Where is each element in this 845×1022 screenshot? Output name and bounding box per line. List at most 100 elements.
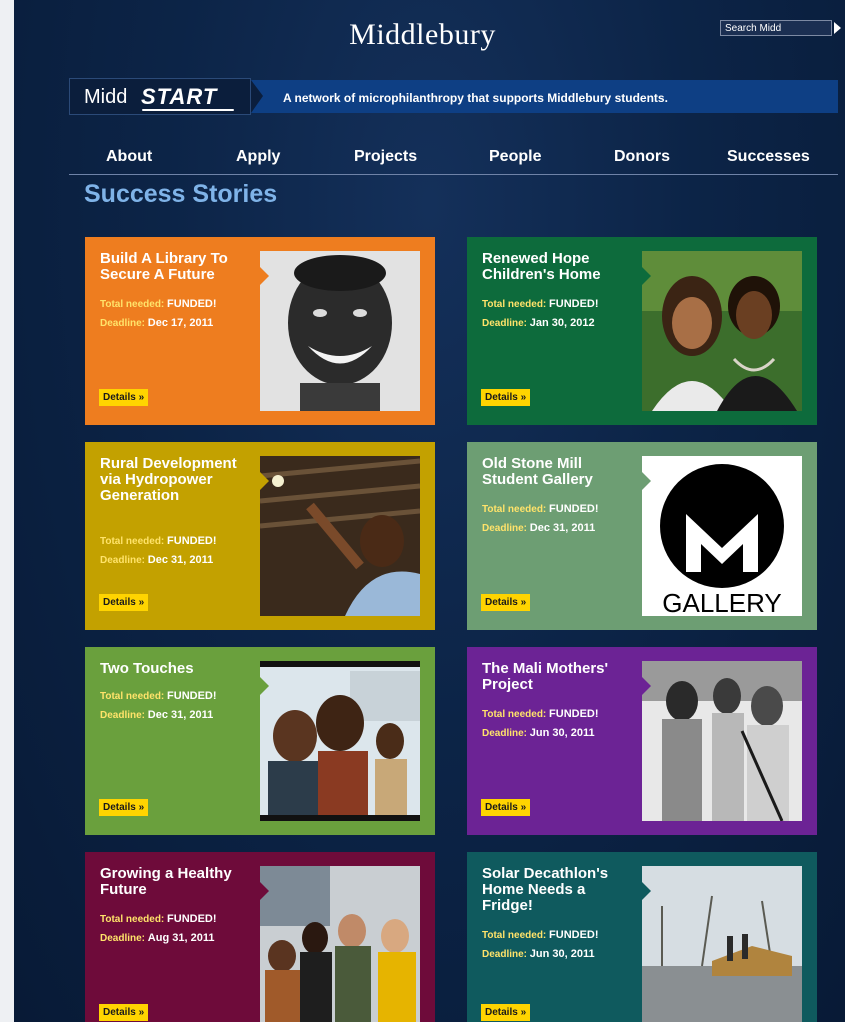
card-title[interactable]: Solar Decathlon's Home Needs a Fridge! xyxy=(482,866,637,914)
photo-notch xyxy=(642,882,651,900)
total-label: Total needed: xyxy=(100,536,165,547)
gallery-logo-text: GALLERY xyxy=(662,588,781,616)
card-title[interactable]: Two Touches xyxy=(100,661,255,677)
total-value: FUNDED! xyxy=(167,298,217,310)
nav-apply[interactable]: Apply xyxy=(236,148,280,166)
total-label: Total needed: xyxy=(482,709,547,720)
photo-notch xyxy=(260,882,269,900)
nav-donors[interactable]: Donors xyxy=(614,148,670,166)
deadline-label: Deadline: xyxy=(482,318,528,329)
deadline-label: Deadline: xyxy=(482,949,528,960)
card-title[interactable]: Growing a Healthy Future xyxy=(100,866,255,898)
search-submit-arrow-icon[interactable] xyxy=(834,22,841,34)
deadline-value: Dec 31, 2011 xyxy=(147,709,214,721)
photo-notch xyxy=(260,267,269,285)
total-value: FUNDED! xyxy=(549,929,599,941)
deadline-value: Jun 30, 2011 xyxy=(529,948,595,960)
card-deadline-row: Deadline: Aug 31, 2011 xyxy=(100,929,214,948)
card-deadline-row: Deadline: Dec 31, 2011 xyxy=(100,706,213,725)
details-button[interactable]: Details » xyxy=(481,594,531,611)
card-title[interactable]: Rural Development via Hydropower Generat… xyxy=(100,456,255,504)
nav-projects[interactable]: Projects xyxy=(354,148,417,166)
total-label: Total needed: xyxy=(100,299,165,310)
project-photo-two-women[interactable] xyxy=(642,251,802,411)
deadline-value: Jan 30, 2012 xyxy=(529,317,595,329)
deadline-label: Deadline: xyxy=(100,933,146,944)
project-card-two-touches: Two Touches Total needed: FUNDED! Deadli… xyxy=(85,647,435,835)
tagline-notch xyxy=(251,80,263,113)
card-deadline-row: Deadline: Dec 31, 2011 xyxy=(482,519,595,538)
card-title[interactable]: Build A Library To Secure A Future xyxy=(100,251,255,283)
total-label: Total needed: xyxy=(482,299,547,310)
card-deadline-row: Deadline: Jan 30, 2012 xyxy=(482,314,595,333)
project-photo-m-gallery-logo[interactable]: GALLERY xyxy=(642,456,802,616)
card-title[interactable]: Renewed Hope Children's Home xyxy=(482,251,637,283)
project-card-mali-mothers: The Mali Mothers' Project Total needed: … xyxy=(467,647,817,835)
card-deadline-row: Deadline: Jun 30, 2011 xyxy=(482,945,595,964)
total-value: FUNDED! xyxy=(167,535,217,547)
logo-start-text: START xyxy=(141,84,218,109)
card-total-row: Total needed: FUNDED! xyxy=(100,532,217,551)
deadline-value: Jun 30, 2011 xyxy=(529,727,595,739)
card-deadline-row: Deadline: Dec 31, 2011 xyxy=(100,551,213,570)
total-label: Total needed: xyxy=(482,504,547,515)
deadline-value: Aug 31, 2011 xyxy=(147,932,215,944)
deadline-label: Deadline: xyxy=(100,710,146,721)
total-label: Total needed: xyxy=(100,914,165,925)
details-button[interactable]: Details » xyxy=(99,389,149,406)
page-title: Success Stories xyxy=(84,180,278,208)
deadline-value: Dec 31, 2011 xyxy=(529,522,596,534)
main-nav: About Apply Projects People Donors Succe… xyxy=(69,140,838,175)
project-card-gallery: Old Stone Mill Student Gallery Total nee… xyxy=(467,442,817,630)
search-input[interactable] xyxy=(720,20,832,36)
total-value: FUNDED! xyxy=(549,708,599,720)
photo-notch xyxy=(642,472,651,490)
deadline-label: Deadline: xyxy=(482,523,528,534)
project-photo-smiling-man[interactable] xyxy=(260,251,420,411)
project-photo-women-snow[interactable] xyxy=(642,661,802,821)
tagline: A network of microphilanthropy that supp… xyxy=(283,91,668,105)
card-deadline-row: Deadline: Dec 17, 2011 xyxy=(100,314,213,333)
deadline-value: Dec 17, 2011 xyxy=(147,317,214,329)
nav-people[interactable]: People xyxy=(489,148,541,166)
deadline-value: Dec 31, 2011 xyxy=(147,554,214,566)
photo-notch xyxy=(642,677,651,695)
details-button[interactable]: Details » xyxy=(99,594,149,611)
nav-about[interactable]: About xyxy=(106,148,152,166)
card-title[interactable]: The Mali Mothers' Project xyxy=(482,661,637,693)
card-total-row: Total needed: FUNDED! xyxy=(100,687,217,706)
total-label: Total needed: xyxy=(100,691,165,702)
photo-notch xyxy=(260,472,269,490)
card-deadline-row: Deadline: Jun 30, 2011 xyxy=(482,724,595,743)
card-total-row: Total needed: FUNDED! xyxy=(482,926,599,945)
deadline-label: Deadline: xyxy=(482,728,528,739)
total-value: FUNDED! xyxy=(549,503,599,515)
total-value: FUNDED! xyxy=(549,298,599,310)
project-photo-boy-in-shed[interactable] xyxy=(260,456,420,616)
middstart-logo[interactable]: Midd START xyxy=(69,78,251,115)
details-button[interactable]: Details » xyxy=(481,1004,531,1021)
nav-successes[interactable]: Successes xyxy=(727,148,810,166)
card-total-row: Total needed: FUNDED! xyxy=(100,910,217,929)
project-card-library: Build A Library To Secure A Future Total… xyxy=(85,237,435,425)
deadline-label: Deadline: xyxy=(100,555,146,566)
logo-underline xyxy=(142,109,234,111)
details-button[interactable]: Details » xyxy=(481,389,531,406)
project-card-childrens-home: Renewed Hope Children's Home Total neede… xyxy=(467,237,817,425)
card-total-row: Total needed: FUNDED! xyxy=(482,295,599,314)
details-button[interactable]: Details » xyxy=(481,799,531,816)
details-button[interactable]: Details » xyxy=(99,1004,149,1021)
details-button[interactable]: Details » xyxy=(99,799,149,816)
total-label: Total needed: xyxy=(482,930,547,941)
logo-midd-text: Midd xyxy=(84,86,128,108)
photo-notch xyxy=(260,677,269,695)
deadline-label: Deadline: xyxy=(100,318,146,329)
card-total-row: Total needed: FUNDED! xyxy=(100,295,217,314)
project-card-healthy-future: Growing a Healthy Future Total needed: F… xyxy=(85,852,435,1022)
middstart-banner: Midd START A network of microphilanthrop… xyxy=(69,78,838,115)
project-photo-house-frame[interactable] xyxy=(642,866,802,1022)
photo-notch xyxy=(642,267,651,285)
card-title[interactable]: Old Stone Mill Student Gallery xyxy=(482,456,637,488)
project-photo-children-group[interactable] xyxy=(260,661,420,821)
project-photo-students-group[interactable] xyxy=(260,866,420,1022)
